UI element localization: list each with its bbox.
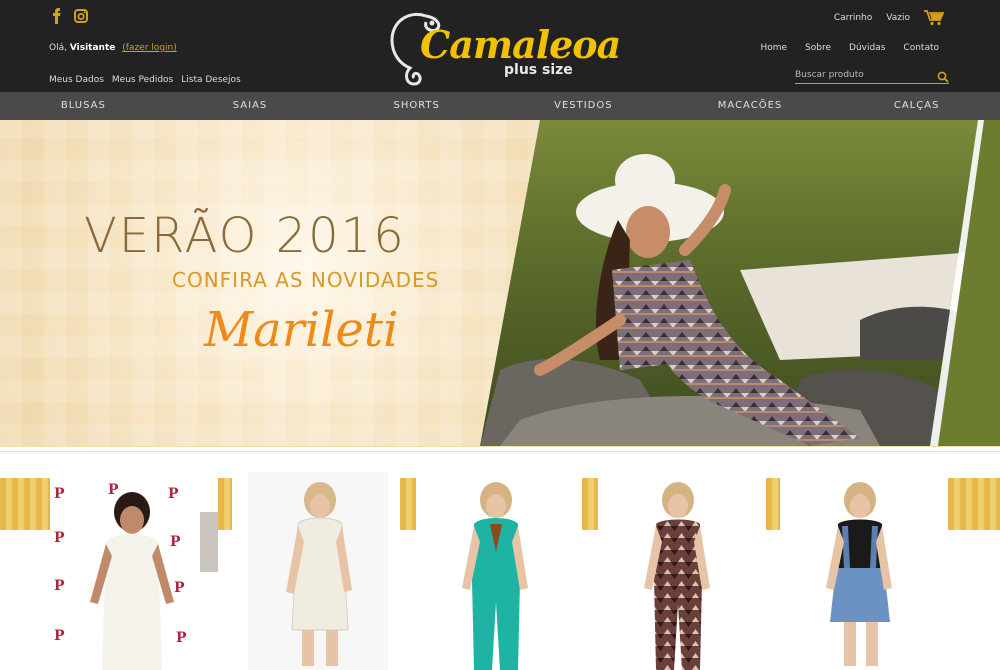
account-links: Meus Dados Meus Pedidos Lista Desejos: [49, 75, 241, 85]
nav-home[interactable]: Home: [760, 43, 787, 53]
my-orders-link[interactable]: Meus Pedidos: [112, 75, 173, 85]
search-icon[interactable]: [937, 68, 949, 83]
product-card[interactable]: [608, 472, 748, 670]
facebook-icon[interactable]: [49, 8, 65, 24]
search-box: [795, 66, 949, 84]
decorative-tab: [400, 478, 416, 530]
my-data-link[interactable]: Meus Dados: [49, 75, 104, 85]
social-links: [49, 8, 89, 24]
instagram-icon[interactable]: [73, 8, 89, 24]
svg-text:P: P: [54, 628, 65, 644]
decorative-tab: [582, 478, 598, 530]
cart-status[interactable]: Vazio: [886, 13, 910, 23]
svg-text:P: P: [54, 530, 65, 546]
hero-title: VERÃO 2016: [84, 208, 406, 264]
product-card[interactable]: P P P P P P P P P: [50, 472, 218, 670]
category-vestidos[interactable]: VESTIDOS: [500, 92, 667, 120]
greeting-prefix: Olá,: [49, 43, 67, 53]
category-blusas[interactable]: BLUSAS: [0, 92, 167, 120]
category-nav: BLUSAS SAIAS SHORTS VESTIDOS MACACÕES CA…: [0, 92, 1000, 120]
decorative-tab: [218, 478, 232, 530]
category-shorts[interactable]: SHORTS: [333, 92, 500, 120]
decorative-tab: [948, 478, 1000, 530]
category-calcas[interactable]: CALÇAS: [833, 92, 1000, 120]
svg-text:P: P: [54, 486, 65, 502]
svg-text:P: P: [168, 486, 179, 502]
product-card[interactable]: [248, 472, 388, 670]
product-strip: P P P P P P P P P: [0, 452, 1000, 670]
svg-text:P: P: [108, 482, 119, 498]
svg-text:P: P: [174, 580, 185, 596]
product-card[interactable]: [790, 472, 930, 670]
site-logo[interactable]: Camaleoa plus size: [386, 8, 621, 86]
nav-faq[interactable]: Dúvidas: [849, 43, 885, 53]
category-saias[interactable]: SAIAS: [167, 92, 334, 120]
svg-text:P: P: [170, 534, 181, 550]
logo-subtitle: plus size: [504, 62, 573, 78]
decorative-tab: [766, 478, 780, 530]
cart-area: Carrinho Vazio: [834, 10, 945, 26]
hero-banner[interactable]: VERÃO 2016 CONFIRA AS NOVIDADES Marileti: [0, 120, 1000, 446]
hero-text-panel: VERÃO 2016 CONFIRA AS NOVIDADES Marileti: [0, 120, 560, 446]
cart-link[interactable]: Carrinho: [834, 13, 872, 23]
nav-about[interactable]: Sobre: [805, 43, 831, 53]
logo-text: Camaleoa: [420, 22, 621, 67]
search-input[interactable]: [795, 68, 931, 82]
login-link[interactable]: (fazer login): [122, 43, 176, 53]
hero-brand: Marileti: [204, 302, 399, 358]
main-nav: Home Sobre Dúvidas Contato: [760, 43, 939, 53]
site-header: Olá, Visitante (fazer login) Meus Dados …: [0, 0, 1000, 92]
cart-icon[interactable]: [924, 10, 945, 26]
product-card[interactable]: [428, 472, 568, 670]
decorative-tab: [0, 478, 50, 530]
greeting: Olá, Visitante (fazer login): [49, 43, 177, 53]
hero-subtitle: CONFIRA AS NOVIDADES: [172, 268, 440, 292]
wishlist-link[interactable]: Lista Desejos: [181, 75, 241, 85]
svg-text:P: P: [176, 630, 187, 646]
greeting-name: Visitante: [69, 43, 116, 53]
hero-photo: [480, 120, 1000, 446]
nav-contact[interactable]: Contato: [903, 43, 939, 53]
svg-text:P: P: [54, 578, 65, 594]
category-macacoes[interactable]: MACACÕES: [667, 92, 834, 120]
